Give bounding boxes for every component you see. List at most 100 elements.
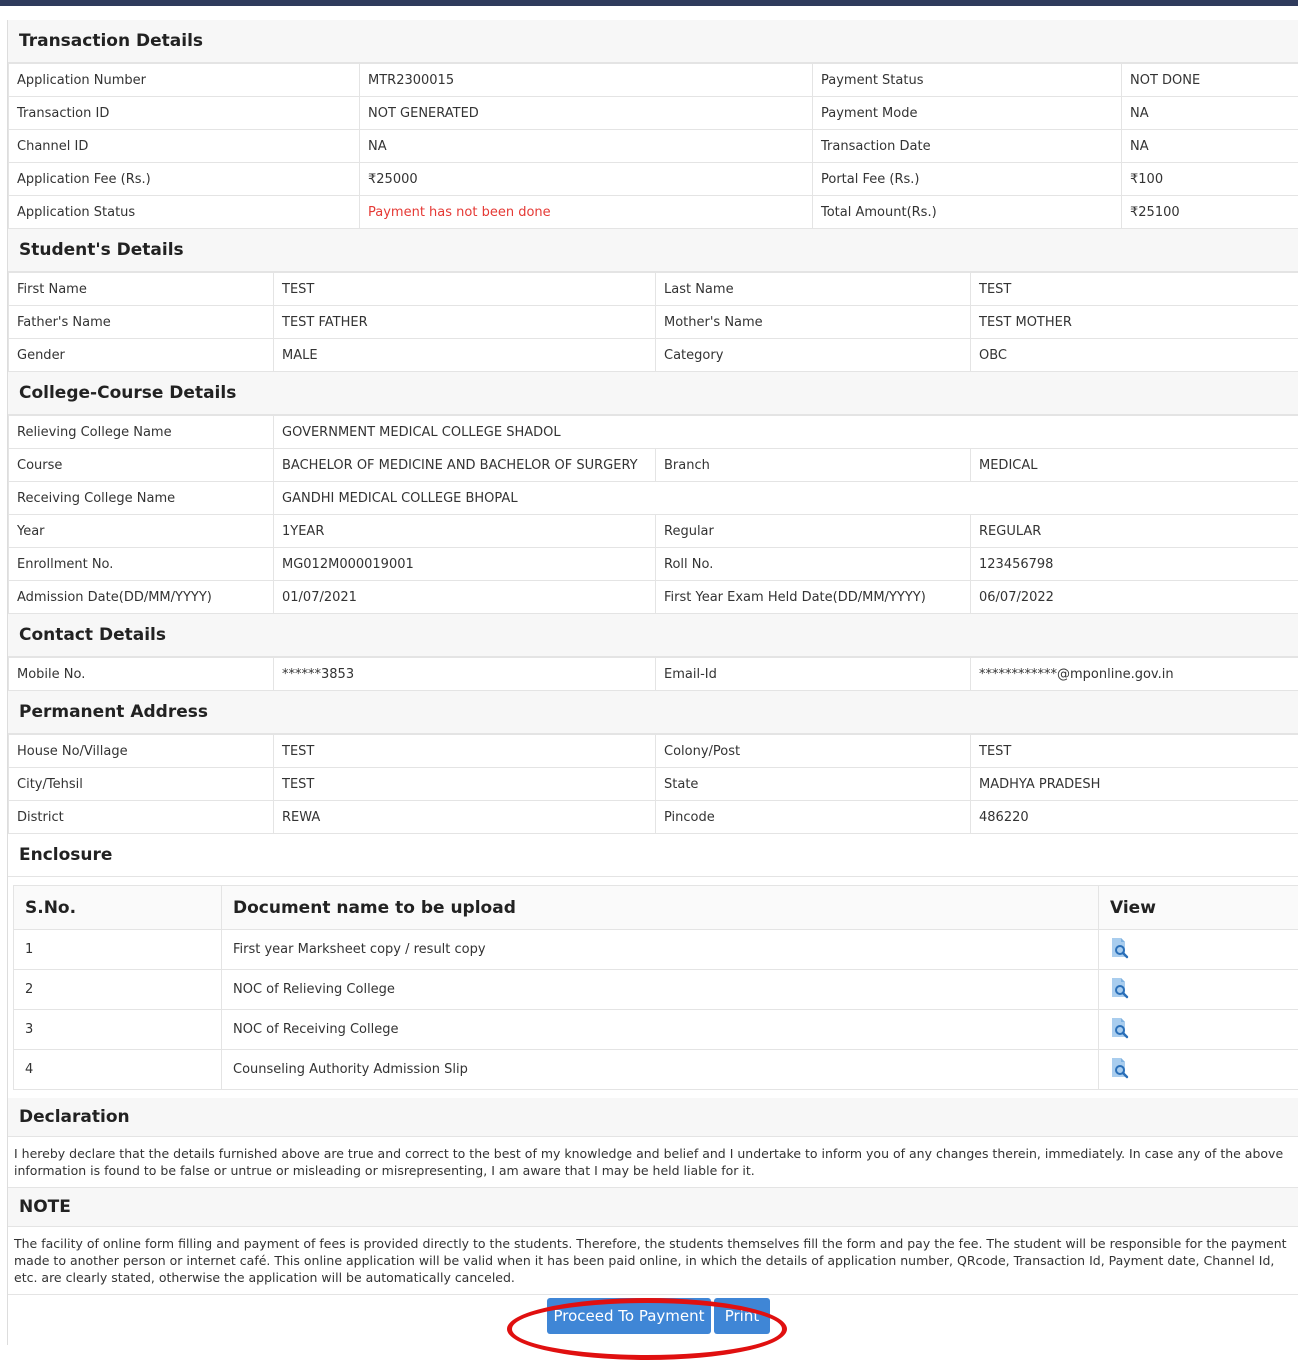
note-text: The facility of online form filling and … bbox=[8, 1227, 1298, 1295]
column-header-view: View bbox=[1099, 886, 1298, 930]
field-value: REWA bbox=[274, 801, 656, 834]
view-document-icon[interactable] bbox=[1110, 1017, 1130, 1039]
document-name: NOC of Relieving College bbox=[222, 970, 1099, 1010]
table-row: Father's NameTEST FATHERMother's NameTES… bbox=[9, 306, 1298, 339]
table-row: Course BACHELOR OF MEDICINE AND BACHELOR… bbox=[9, 449, 1298, 482]
highlight-annotation-ellipse bbox=[507, 1298, 787, 1360]
document-name: NOC of Receiving College bbox=[222, 1010, 1099, 1050]
table-row: Application NumberMTR2300015Payment Stat… bbox=[9, 64, 1298, 97]
table-row: Channel IDNATransaction DateNA bbox=[9, 130, 1298, 163]
serial-number: 1 bbox=[14, 930, 222, 970]
course-value: BACHELOR OF MEDICINE AND BACHELOR OF SUR… bbox=[274, 449, 656, 482]
field-label: Mobile No. bbox=[9, 658, 274, 691]
field-value: NOT DONE bbox=[1122, 64, 1298, 97]
view-cell bbox=[1099, 970, 1298, 1010]
view-cell bbox=[1099, 930, 1298, 970]
table-row: 1First year Marksheet copy / result copy bbox=[14, 930, 1298, 970]
field-label: Category bbox=[656, 339, 971, 372]
field-value: 01/07/2021 bbox=[274, 581, 656, 614]
contact-details-heading: Contact Details bbox=[8, 614, 1298, 657]
field-label: Admission Date(DD/MM/YYYY) bbox=[9, 581, 274, 614]
table-row: Admission Date(DD/MM/YYYY)01/07/2021Firs… bbox=[9, 581, 1298, 614]
field-value: MALE bbox=[274, 339, 656, 372]
field-label: State bbox=[656, 768, 971, 801]
field-label: First Year Exam Held Date(DD/MM/YYYY) bbox=[656, 581, 971, 614]
student-details-heading: Student's Details bbox=[8, 229, 1298, 272]
serial-number: 2 bbox=[14, 970, 222, 1010]
address-table: House No/VillageTESTColony/PostTESTCity/… bbox=[8, 734, 1298, 834]
field-value: MADHYA PRADESH bbox=[971, 768, 1298, 801]
table-row: GenderMALECategoryOBC bbox=[9, 339, 1298, 372]
relieving-college-value: GOVERNMENT MEDICAL COLLEGE SHADOL bbox=[274, 416, 1298, 449]
field-label: Portal Fee (Rs.) bbox=[813, 163, 1122, 196]
serial-number: 4 bbox=[14, 1050, 222, 1090]
field-label: Transaction ID bbox=[9, 97, 360, 130]
top-bar bbox=[0, 0, 1298, 6]
field-value: ******3853 bbox=[274, 658, 656, 691]
branch-label: Branch bbox=[656, 449, 971, 482]
transaction-details-heading: Transaction Details bbox=[8, 20, 1298, 63]
field-label: Colony/Post bbox=[656, 735, 971, 768]
student-table: First NameTESTLast NameTESTFather's Name… bbox=[8, 272, 1298, 372]
table-row: 4Counseling Authority Admission Slip bbox=[14, 1050, 1298, 1090]
field-label: Gender bbox=[9, 339, 274, 372]
table-row: Enrollment No.MG012M000019001Roll No.123… bbox=[9, 548, 1298, 581]
field-value: ************@mponline.gov.in bbox=[971, 658, 1298, 691]
field-value: 06/07/2022 bbox=[971, 581, 1298, 614]
declaration-heading: Declaration bbox=[8, 1098, 1298, 1137]
field-value: TEST bbox=[274, 273, 656, 306]
document-name: Counseling Authority Admission Slip bbox=[222, 1050, 1099, 1090]
field-label: Channel ID bbox=[9, 130, 360, 163]
field-label: Application Fee (Rs.) bbox=[9, 163, 360, 196]
enclosure-container: S.No. Document name to be upload View 1F… bbox=[8, 877, 1298, 1098]
field-value: REGULAR bbox=[971, 515, 1298, 548]
field-label: Payment Mode bbox=[813, 97, 1122, 130]
application-summary: Transaction Details Application NumberMT… bbox=[7, 20, 1298, 1345]
table-row: City/TehsilTESTStateMADHYA PRADESH bbox=[9, 768, 1298, 801]
field-label: Last Name bbox=[656, 273, 971, 306]
field-value: 486220 bbox=[971, 801, 1298, 834]
field-value: NA bbox=[360, 130, 813, 163]
contact-table: Mobile No.******3853Email-Id************… bbox=[8, 657, 1298, 691]
table-row: Mobile No.******3853Email-Id************… bbox=[9, 658, 1298, 691]
field-value: TEST bbox=[274, 768, 656, 801]
table-row: 3NOC of Receiving College bbox=[14, 1010, 1298, 1050]
application-status-value: Payment has not been done bbox=[360, 196, 813, 229]
field-label: District bbox=[9, 801, 274, 834]
course-label: Course bbox=[9, 449, 274, 482]
view-document-icon[interactable] bbox=[1110, 977, 1130, 999]
enclosure-table: S.No. Document name to be upload View 1F… bbox=[13, 885, 1298, 1090]
table-row: Application Fee (Rs.)₹25000Portal Fee (R… bbox=[9, 163, 1298, 196]
field-value: 1YEAR bbox=[274, 515, 656, 548]
field-value: MG012M000019001 bbox=[274, 548, 656, 581]
table-row: House No/VillageTESTColony/PostTEST bbox=[9, 735, 1298, 768]
document-name: First year Marksheet copy / result copy bbox=[222, 930, 1099, 970]
college-table: Relieving College Name GOVERNMENT MEDICA… bbox=[8, 415, 1298, 614]
field-label: Year bbox=[9, 515, 274, 548]
field-value: ₹100 bbox=[1122, 163, 1298, 196]
college-course-heading: College-Course Details bbox=[8, 372, 1298, 415]
field-value: NA bbox=[1122, 97, 1298, 130]
declaration-text: I hereby declare that the details furnis… bbox=[8, 1137, 1298, 1188]
field-value: TEST bbox=[971, 735, 1298, 768]
view-document-icon[interactable] bbox=[1110, 937, 1130, 959]
field-label: Payment Status bbox=[813, 64, 1122, 97]
field-label: City/Tehsil bbox=[9, 768, 274, 801]
table-row: Transaction IDNOT GENERATEDPayment ModeN… bbox=[9, 97, 1298, 130]
enclosure-heading: Enclosure bbox=[8, 834, 1298, 877]
view-document-icon[interactable] bbox=[1110, 1057, 1130, 1079]
table-row: Relieving College Name GOVERNMENT MEDICA… bbox=[9, 416, 1298, 449]
field-value: 123456798 bbox=[971, 548, 1298, 581]
field-label: Total Amount(Rs.) bbox=[813, 196, 1122, 229]
field-value: ₹25000 bbox=[360, 163, 813, 196]
field-label: Application Status bbox=[9, 196, 360, 229]
field-value: NA bbox=[1122, 130, 1298, 163]
branch-value: MEDICAL bbox=[971, 449, 1298, 482]
view-cell bbox=[1099, 1050, 1298, 1090]
field-label: Mother's Name bbox=[656, 306, 971, 339]
field-label: Pincode bbox=[656, 801, 971, 834]
table-row: Year1YEARRegularREGULAR bbox=[9, 515, 1298, 548]
field-value: TEST FATHER bbox=[274, 306, 656, 339]
field-label: Application Number bbox=[9, 64, 360, 97]
relieving-college-label: Relieving College Name bbox=[9, 416, 274, 449]
